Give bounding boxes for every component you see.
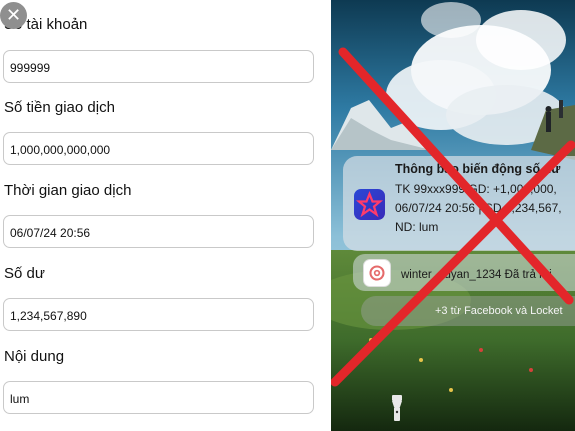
red-x-icon	[331, 47, 575, 387]
transaction-form: Số tài khoản 999999 Số tiền giao dịch 1,…	[0, 0, 331, 431]
lock-screen-preview: Thông báo biến động số dư TK 99xxx999 GD…	[331, 0, 575, 431]
amount-label: Số tiền giao dịch	[4, 99, 115, 116]
content-input[interactable]: lum	[3, 381, 314, 414]
close-icon: ✕	[5, 5, 22, 25]
time-input[interactable]: 06/07/24 20:56	[3, 215, 314, 248]
balance-label: Số dư	[4, 265, 45, 282]
time-label: Thời gian giao dịch	[4, 182, 132, 199]
content-label: Nội dung	[4, 348, 65, 365]
account-input[interactable]: 999999	[3, 50, 314, 83]
amount-input[interactable]: 1,000,000,000,000	[3, 132, 314, 165]
close-button[interactable]: ✕	[0, 2, 27, 29]
balance-input[interactable]: 1,234,567,890	[3, 298, 314, 331]
